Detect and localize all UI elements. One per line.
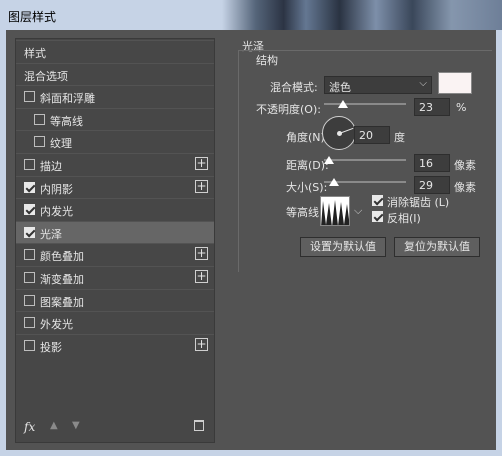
contour-item-label: 等高线 — [50, 114, 83, 128]
texture-item-checkbox[interactable] — [34, 136, 45, 148]
gradient-overlay-item-add-icon[interactable]: + — [195, 270, 208, 283]
opacity-input[interactable]: 23 — [414, 98, 450, 116]
sidebar-inner-shadow-item[interactable]: 内阴影 + — [16, 175, 214, 198]
sidebar-styles-item[interactable]: 样式 — [16, 40, 214, 62]
size-slider[interactable] — [324, 177, 406, 189]
window-title: 图层样式 — [8, 10, 57, 24]
sidebar-drop-shadow-item[interactable]: 投影 + — [16, 333, 214, 356]
opacity-slider-thumb[interactable] — [337, 100, 348, 108]
sidebar-stroke-item[interactable]: 描边 + — [16, 153, 214, 175]
drop-shadow-item-label: 投影 — [40, 340, 62, 354]
title-bar: 图层样式 — [0, 0, 502, 30]
sidebar-gradient-overlay-item[interactable]: 渐变叠加 + — [16, 266, 214, 288]
drop-shadow-item-add-icon[interactable]: + — [195, 337, 208, 351]
gradient-overlay-item-label: 渐变叠加 — [40, 273, 84, 286]
blend-mode-label: 混合模式: — [270, 81, 318, 94]
reset-default-button[interactable]: 复位为默认值 — [394, 237, 480, 257]
contour-label: 等高线: — [286, 206, 323, 219]
sidebar-satin-item[interactable]: 光泽 — [16, 220, 214, 243]
inner-shadow-item-label: 内阴影 — [40, 182, 73, 196]
inner-shadow-item-add-icon[interactable]: + — [195, 179, 208, 193]
blending-options-item-label: 混合选项 — [24, 69, 68, 83]
angle-unit: 度 — [394, 131, 405, 144]
sidebar-bevel-emboss-item[interactable]: 斜面和浮雕 — [16, 85, 214, 107]
inner-glow-item-label: 内发光 — [40, 205, 73, 219]
drop-shadow-item-checkbox[interactable] — [24, 339, 35, 351]
title-bar-background — [222, 0, 502, 30]
fx-button[interactable]: fx — [24, 420, 35, 434]
sidebar-pattern-overlay-item[interactable]: 图案叠加 — [16, 288, 214, 311]
opacity-label: 不透明度(O): — [256, 103, 321, 116]
styles-item-label: 样式 — [24, 47, 46, 60]
contour-curve-icon — [321, 200, 349, 225]
move-down-icon[interactable]: ▼ — [72, 420, 80, 431]
sidebar-inner-glow-item[interactable]: 内发光 — [16, 198, 214, 220]
sidebar-outer-glow-item[interactable]: 外发光 — [16, 311, 214, 333]
color-overlay-item-checkbox[interactable] — [24, 249, 35, 261]
contour-item-checkbox[interactable] — [34, 113, 45, 125]
satin-item-checkbox[interactable] — [24, 226, 35, 238]
pattern-overlay-item-checkbox[interactable] — [24, 294, 35, 306]
color-overlay-item-add-icon[interactable]: + — [195, 247, 208, 261]
opacity-unit: % — [456, 101, 467, 114]
distance-slider[interactable] — [324, 155, 406, 167]
blend-mode-value: 滤色 — [329, 81, 351, 94]
invert-checkbox[interactable] — [372, 211, 383, 222]
distance-slider-thumb[interactable] — [324, 156, 335, 164]
distance-unit: 像素 — [454, 159, 476, 172]
anti-alias-checkbox[interactable] — [372, 195, 383, 206]
distance-label: 距离(D): — [286, 159, 329, 172]
styles-sidebar: 样式混合选项斜面和浮雕等高线纹理描边 + 内阴影 + 内发光光泽颜色叠加 + 渐变叠加 + 图案… — [15, 38, 215, 443]
size-unit: 像素 — [454, 181, 476, 194]
stroke-item-checkbox[interactable] — [24, 159, 35, 170]
color-overlay-item-label: 颜色叠加 — [40, 250, 84, 264]
opacity-slider[interactable] — [324, 99, 406, 111]
gradient-overlay-item-checkbox[interactable] — [24, 272, 35, 283]
invert-label: 反相(I) — [387, 212, 421, 225]
size-label: 大小(S): — [286, 181, 328, 194]
structure-title: 结构 — [254, 52, 280, 68]
pattern-overlay-item-label: 图案叠加 — [40, 295, 84, 309]
size-input[interactable]: 29 — [414, 176, 450, 194]
texture-item-label: 纹理 — [50, 137, 72, 151]
move-up-icon[interactable]: ▲ — [50, 420, 58, 431]
bevel-emboss-item-checkbox[interactable] — [24, 91, 35, 103]
outer-glow-item-label: 外发光 — [40, 318, 73, 332]
inner-glow-item-checkbox[interactable] — [24, 204, 35, 216]
contour-preview[interactable] — [320, 196, 350, 226]
angle-dial[interactable] — [322, 116, 356, 150]
trash-icon[interactable] — [194, 420, 204, 431]
angle-input[interactable]: 20 — [354, 126, 390, 144]
chevron-down-icon: ⌵ — [419, 78, 427, 89]
angle-dial-center — [337, 131, 342, 136]
sidebar-contour-item[interactable]: 等高线 — [16, 107, 214, 130]
distance-input[interactable]: 16 — [414, 154, 450, 172]
color-swatch[interactable] — [438, 72, 472, 94]
satin-item-label: 光泽 — [40, 227, 62, 241]
contour-chevron-icon[interactable]: ⌵ — [354, 204, 362, 218]
sidebar-texture-item[interactable]: 纹理 — [16, 130, 214, 152]
sidebar-blending-options-item[interactable]: 混合选项 — [16, 62, 214, 85]
make-default-button[interactable]: 设置为默认值 — [300, 237, 386, 257]
stroke-item-label: 描边 — [40, 160, 62, 173]
size-slider-thumb[interactable] — [328, 178, 339, 186]
bevel-emboss-item-label: 斜面和浮雕 — [40, 92, 95, 106]
stroke-item-add-icon[interactable]: + — [195, 157, 208, 170]
outer-glow-item-checkbox[interactable] — [24, 317, 35, 329]
sidebar-footer: fx ▲ ▼ — [16, 412, 214, 442]
sidebar-color-overlay-item[interactable]: 颜色叠加 + — [16, 243, 214, 265]
anti-alias-label: 消除锯齿 (L) — [387, 196, 450, 209]
blend-mode-select[interactable]: 滤色 ⌵ — [324, 76, 432, 94]
inner-shadow-item-checkbox[interactable] — [24, 181, 35, 193]
